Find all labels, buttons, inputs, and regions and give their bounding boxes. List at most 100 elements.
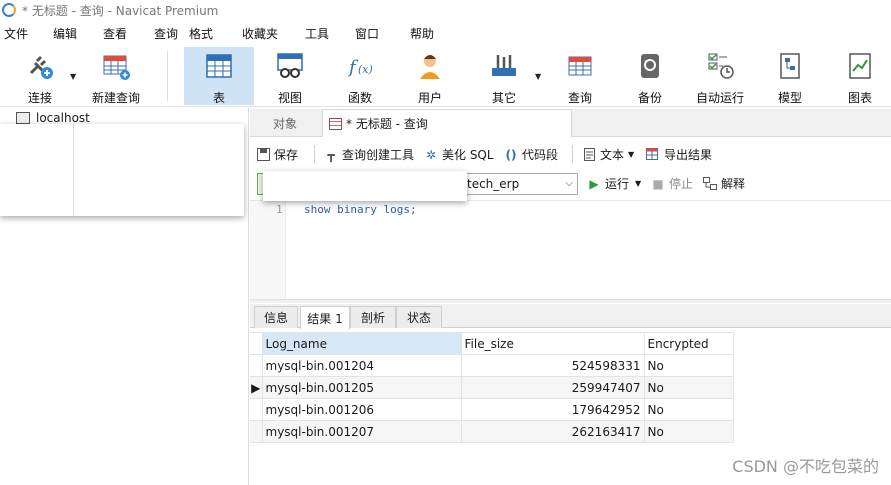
cell-log-name[interactable]: mysql-bin.001205 [261,376,462,399]
toolbar-separator [167,51,168,101]
title-bar: * 无标题 - 查询 - Navicat Premium [0,0,891,20]
tab-objects[interactable]: 对象 [250,109,320,137]
toolbar-user-button[interactable]: 用户 [404,47,456,105]
menu-view[interactable]: 查看 [103,25,127,42]
menu-help[interactable]: 帮助 [410,25,434,42]
view-icon [275,51,305,81]
user-icon [415,51,445,81]
function-icon: f (x) [345,51,375,81]
run-dropdown-icon[interactable]: ▼ [635,179,641,188]
schedule-icon [705,51,735,81]
explain-button[interactable]: 解释 [703,175,745,192]
menu-query[interactable]: 查询 [154,25,178,42]
chart-icon [845,51,875,81]
table-icon [204,51,234,81]
new-query-icon [101,51,131,81]
save-button[interactable]: 保存 [256,146,298,163]
menu-edit[interactable]: 编辑 [53,25,77,42]
toolbar-query-button[interactable]: 查询 [554,47,606,105]
column-header-encrypted[interactable]: Encrypted [643,332,734,355]
beautify-sql-button[interactable]: ✲ 美化 SQL [424,146,494,163]
stop-icon: ■ [652,176,664,191]
stop-button[interactable]: ■ 停止 [651,175,693,192]
export-result-button[interactable]: 导出结果 [646,146,712,163]
row-indicator [250,398,263,421]
cell-encrypted[interactable]: No [643,354,734,377]
toolbar-table-button[interactable]: 表 [184,47,254,105]
document-icon [582,148,596,162]
toolbar-automation-button[interactable]: 自动运行 [692,47,748,105]
tab-result-1[interactable]: 结果 1 [300,306,350,329]
cell-encrypted[interactable]: No [643,420,734,443]
column-header-file-size[interactable]: File_size [460,332,645,355]
cell-encrypted[interactable]: No [643,398,734,421]
row-indicator [250,420,263,443]
main-toolbar: 连接 ▼ 新建查询 表 视图 f (x) 函数 用户 其它 ▼ 查询 备份 自动… [0,45,891,107]
menu-tools[interactable]: 工具 [305,25,329,42]
toolbar-backup-button[interactable]: 备份 [624,47,676,105]
tab-query[interactable]: * 无标题 - 查询 [322,109,572,137]
run-button[interactable]: ▶ 运行 ▼ [587,175,641,192]
dropdown-popup[interactable] [0,124,244,216]
menu-window[interactable]: 窗口 [355,25,379,42]
result-tabs: 信息 结果 1 剖析 状态 [250,304,891,329]
others-dropdown-icon[interactable]: ▼ [535,72,541,81]
toolbar-connect-button[interactable]: 连接 [14,47,66,105]
window-title: * 无标题 - 查询 - Navicat Premium [22,3,219,18]
menu-favorites[interactable]: 收藏夹 [242,25,278,42]
row-indicator [250,354,263,377]
tools-icon [489,51,519,81]
toolbar-separator [314,145,315,163]
navicat-logo-icon [2,3,16,17]
query-builder-button[interactable]: ┳ 查询创建工具 [324,146,414,163]
cell-encrypted[interactable]: No [643,376,734,399]
query-icon [565,51,595,81]
cell-file-size[interactable]: 262163417 [460,420,645,443]
line-number-gutter: 1 [250,201,286,299]
current-row-arrow-icon: ▶ [250,376,263,399]
tree-item-localhost[interactable]: localhost [16,111,90,125]
tab-info[interactable]: 信息 [254,306,298,328]
menu-format[interactable]: 格式 [189,25,213,42]
toolbar-function-button[interactable]: f (x) 函数 [334,47,386,105]
svg-text:(x): (x) [358,63,373,76]
row-indicator-header [250,332,263,355]
editor-result-splitter[interactable] [250,299,891,303]
cell-log-name[interactable]: mysql-bin.001206 [261,398,462,421]
table-row[interactable]: mysql-bin.001204 524598331 No [250,354,734,377]
toolbar-others-button[interactable]: 其它 [478,47,530,105]
connection-dropdown-popup[interactable] [263,171,467,201]
header-row: Log_name File_size Encrypted [250,332,734,355]
cell-log-name[interactable]: mysql-bin.001207 [261,420,462,443]
result-grid[interactable]: Log_name File_size Encrypted mysql-bin.0… [250,332,734,443]
database-select[interactable]: tech_erp ⌵ [462,173,578,195]
chevron-down-icon: ▼ [628,150,635,159]
table-row[interactable]: mysql-bin.001206 179642952 No [250,398,734,421]
tab-status[interactable]: 状态 [396,306,442,328]
query-toolbar: 保存 ┳ 查询创建工具 ✲ 美化 SQL () 代码段 文本 ▼ 导出结果 [250,139,891,169]
cell-log-name[interactable]: mysql-bin.001204 [261,354,462,377]
menu-bar: 文件 编辑 查看 查询 格式 收藏夹 工具 窗口 帮助 [0,22,891,44]
sql-editor[interactable]: 1 show binary logs; [250,200,891,299]
connect-dropdown-icon[interactable]: ▼ [70,72,76,81]
save-icon [256,148,270,162]
table-row[interactable]: mysql-bin.001207 262163417 No [250,420,734,443]
toolbar-separator [572,145,573,163]
toolbar-view-button[interactable]: 视图 [264,47,316,105]
query-tab-icon [329,117,342,130]
toolbar-model-button[interactable]: 模型 [764,47,816,105]
backup-icon [635,51,665,81]
code-snippet-button[interactable]: () 代码段 [504,146,559,163]
cell-file-size[interactable]: 179642952 [460,398,645,421]
text-mode-button[interactable]: 文本 ▼ [582,146,634,163]
table-row[interactable]: ▶ mysql-bin.001205 259947407 No [250,376,734,399]
sql-code[interactable]: show binary logs; [304,203,417,216]
menu-file[interactable]: 文件 [4,25,28,42]
cell-file-size[interactable]: 524598331 [460,354,645,377]
magic-wand-icon: ✲ [425,147,437,162]
toolbar-chart-button[interactable]: 图表 [834,47,886,105]
tab-profile[interactable]: 剖析 [350,306,396,328]
cell-file-size[interactable]: 259947407 [460,376,645,399]
column-header-log-name[interactable]: Log_name [261,332,462,355]
toolbar-new-query-button[interactable]: 新建查询 [88,47,144,105]
